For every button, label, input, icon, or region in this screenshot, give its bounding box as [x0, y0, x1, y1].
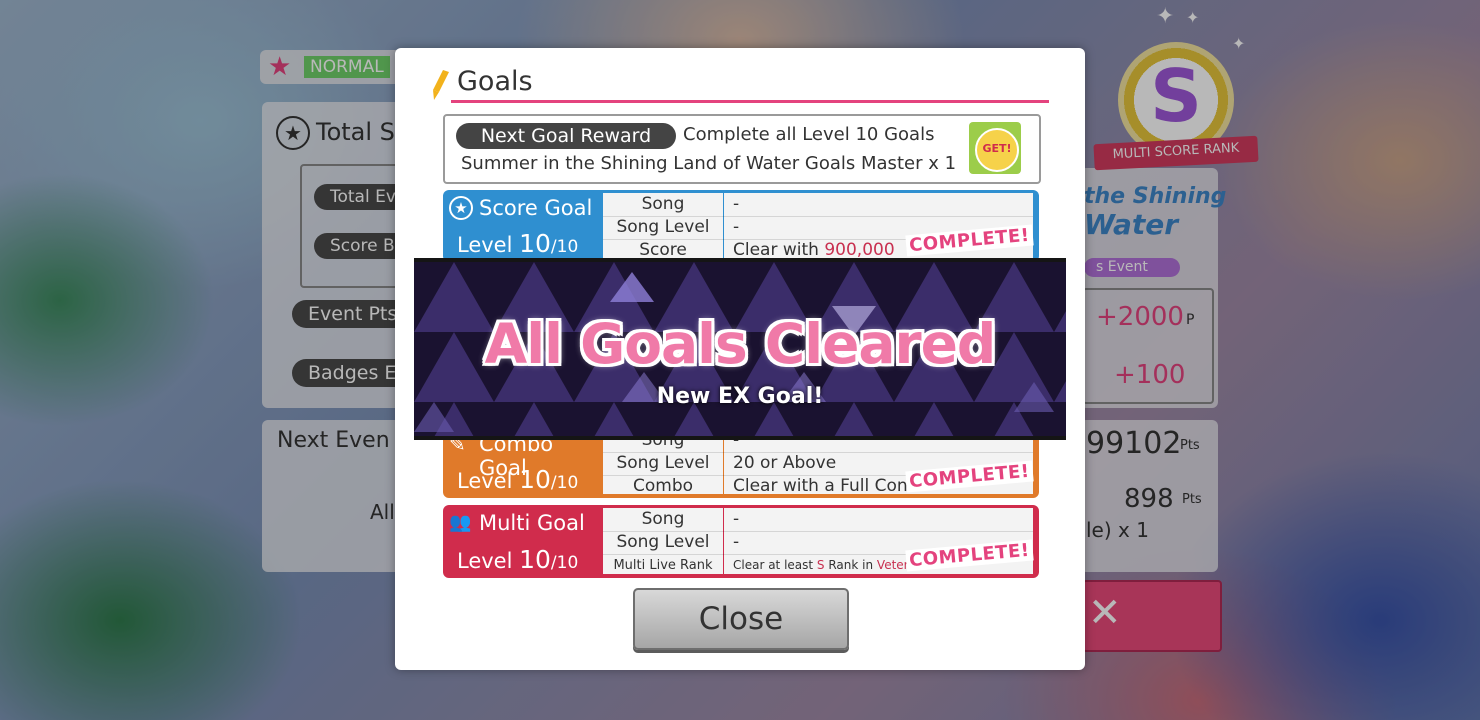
event-tag: s Event — [1084, 258, 1180, 277]
rank-caption: MULTI SCORE RANK — [1112, 140, 1240, 163]
points-plus: +2000 — [1096, 302, 1184, 332]
reward-tail: le) x 1 — [1086, 518, 1149, 542]
table-row: Song - — [603, 508, 1033, 532]
star-icon: ★ — [268, 52, 292, 82]
multi-goal-name: Multi Goal — [479, 511, 585, 535]
event-logo-line2: Water — [1084, 208, 1179, 241]
total-score-label: Total S — [316, 118, 395, 146]
close-button[interactable]: Close — [633, 588, 849, 650]
badges-plus: +100 — [1114, 360, 1186, 390]
sparkle-icon: ✦ — [1232, 34, 1246, 53]
score-goal-name: Score Goal — [479, 196, 593, 220]
combo-goal-level: Level 10/10 — [457, 465, 579, 494]
banner-title: All Goals Cleared — [484, 312, 997, 376]
multi-goal-card: 👥 Multi Goal Level 10/10 Song - Song Leve… — [443, 505, 1039, 578]
next-goal-reward-box: Next Goal Reward Complete all Level 10 G… — [443, 114, 1041, 184]
next-event-label: Next Even — [277, 428, 390, 453]
title-underline — [451, 100, 1049, 103]
total-pts-unit: Pts — [1180, 438, 1200, 453]
reward-badge-icon: GET! — [969, 122, 1021, 174]
total-star-icon: ★ — [276, 116, 310, 150]
score-inner-box — [300, 164, 404, 288]
table-row: Song - — [603, 193, 1033, 217]
ok-button-bg: ✕ — [1082, 580, 1222, 652]
difficulty-tag: ★ NORMAL — [260, 50, 405, 84]
close-x-icon: ✕ — [1088, 590, 1122, 636]
banner-subtitle: New EX Goal! — [656, 384, 824, 409]
multi-players-icon: 👥 — [449, 512, 472, 533]
star-circle-icon: ★ — [449, 196, 473, 220]
reward-item: Summer in the Shining Land of Water Goal… — [461, 153, 957, 174]
event-logo-line1: the Shining — [1084, 184, 1227, 209]
multi-goal-level: Level 10/10 — [457, 545, 579, 574]
rank-letter: S — [1150, 54, 1202, 138]
sparkle-icon: ✦ — [1186, 8, 1200, 27]
score-goal-header: ★ Score Goal Level 10/10 — [443, 190, 603, 262]
dialog-title: Goals — [457, 66, 533, 97]
score-goal-level: Level 10/10 — [457, 229, 579, 258]
score-goal-card: ★ Score Goal Level 10/10 Song - Song Leve… — [443, 190, 1039, 262]
goal-flag-icon — [433, 70, 449, 100]
sparkle-icon: ✦ — [1156, 4, 1175, 29]
all-goals-cleared-banner: All Goals Cleared New EX Goal! — [414, 258, 1066, 440]
reward-badge-text: GET! — [982, 142, 1012, 155]
reward-medal-icon: GET! — [975, 128, 1019, 172]
difficulty-label: NORMAL — [304, 56, 390, 78]
next-pts-unit: Pts — [1182, 492, 1202, 507]
all-label: All — [370, 500, 395, 524]
next-goal-reward-label: Next Goal Reward — [456, 123, 676, 149]
multi-goal-header: 👥 Multi Goal Level 10/10 — [443, 505, 603, 578]
points-unit: P — [1186, 312, 1195, 328]
next-pts: 898 — [1124, 484, 1174, 514]
reward-condition: Complete all Level 10 Goals — [683, 124, 935, 145]
total-pts: 99102 — [1086, 426, 1182, 461]
rank-ribbon: MULTI SCORE RANK — [1093, 135, 1259, 171]
